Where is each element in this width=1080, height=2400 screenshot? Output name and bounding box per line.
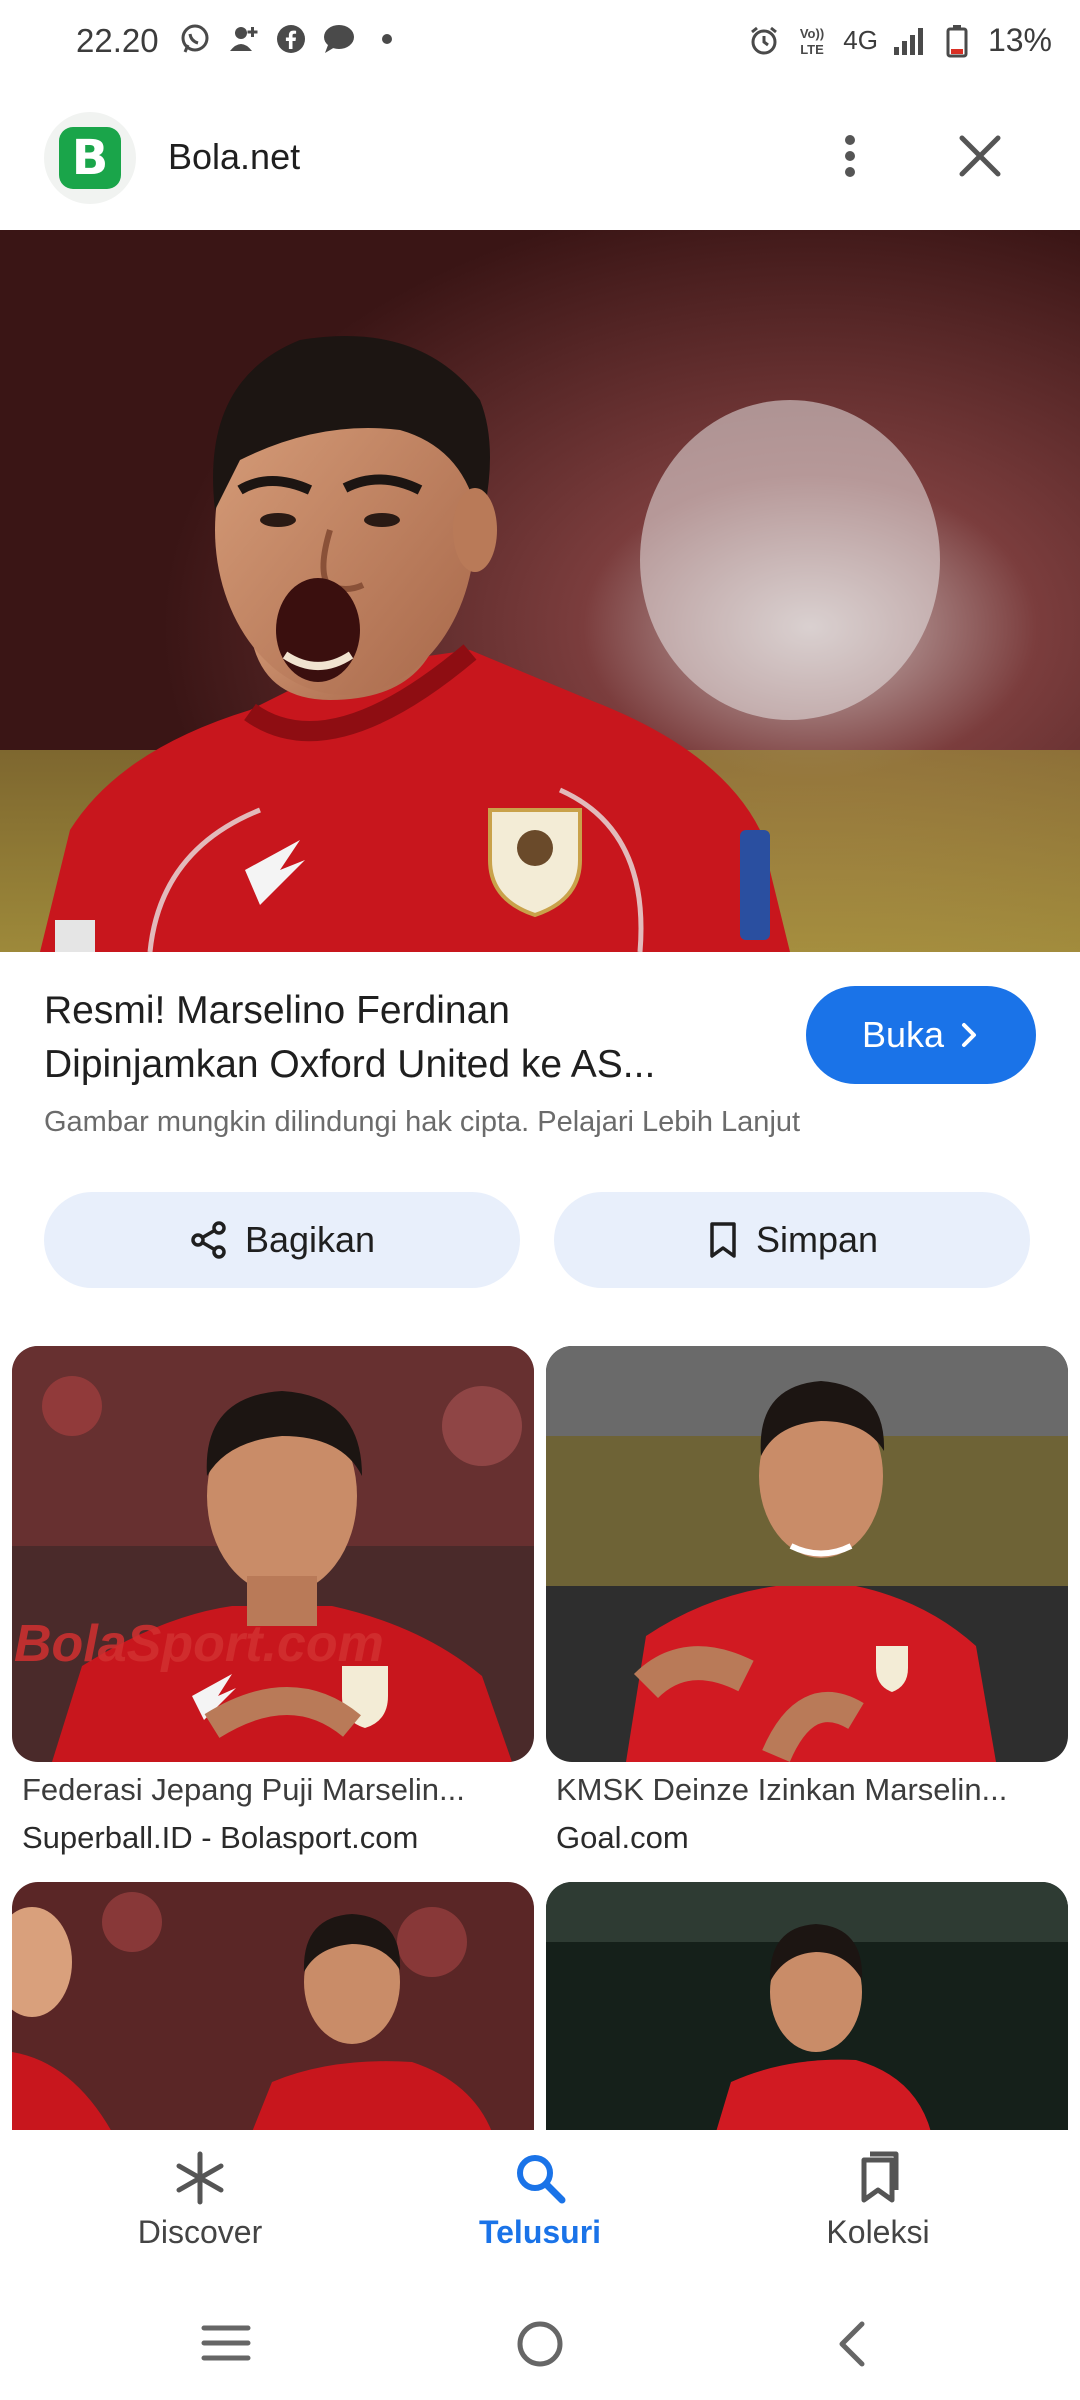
chevron-right-icon [962, 1023, 977, 1047]
collections-icon [861, 2151, 899, 2203]
result-title[interactable]: Resmi! Marselino Ferdinan Dipinjamkan Ox… [44, 984, 774, 1092]
share-icon [191, 1221, 226, 1259]
share-button[interactable]: Bagikan [44, 1192, 520, 1288]
site-logo-mark: B [59, 127, 121, 189]
stadium-photo-4 [546, 1882, 1068, 2132]
share-label: Bagikan [244, 1219, 376, 1260]
nav-search[interactable]: Telusuri [430, 2150, 650, 2251]
back-button[interactable] [826, 2316, 882, 2377]
home-circle-icon [517, 2321, 563, 2367]
close-button[interactable] [950, 126, 1010, 186]
notification-icons [178, 22, 404, 56]
related-title-2[interactable]: KMSK Deinze Izinkan Marselin... [556, 1772, 1066, 1808]
signal-icon [892, 24, 926, 58]
open-button[interactable]: Buka [806, 986, 1036, 1084]
close-icon [959, 135, 1001, 177]
svg-text:Vo)): Vo)) [800, 26, 824, 41]
related-image-4[interactable] [546, 1882, 1068, 2132]
bookmark-icon [710, 1222, 736, 1258]
save-button[interactable]: Simpan [554, 1192, 1030, 1288]
related-source-1[interactable]: Superball.ID - Bolasport.com [22, 1820, 418, 1856]
more-vert-icon [845, 135, 855, 177]
nav-search-label: Telusuri [478, 2214, 602, 2250]
system-status: Vo)) LTE 4G 13% [747, 22, 1052, 59]
copyright-note[interactable]: Gambar mungkin dilindungi hak cipta. Pel… [44, 1106, 800, 1139]
footballer-photo-2 [546, 1346, 1068, 1762]
related-image-3[interactable] [12, 1882, 534, 2132]
asterisk-icon [176, 2151, 224, 2205]
network-type: 4G [843, 25, 878, 55]
more-options-button[interactable] [820, 126, 880, 186]
nav-discover[interactable]: Discover [90, 2150, 310, 2251]
nav-discover-label: Discover [137, 2214, 263, 2250]
site-name[interactable]: Bola.net [168, 136, 300, 178]
nav-collections[interactable]: Koleksi [768, 2150, 988, 2251]
nav-collections-label: Koleksi [826, 2214, 930, 2250]
home-button[interactable] [512, 2316, 568, 2377]
site-logo[interactable]: B [44, 112, 136, 204]
volte-icon: Vo)) LTE [795, 24, 829, 58]
related-source-2[interactable]: Goal.com [556, 1820, 689, 1856]
facebook-icon [274, 22, 308, 56]
related-title-1[interactable]: Federasi Jepang Puji Marselin... [22, 1772, 532, 1808]
back-chevron-icon [839, 2321, 865, 2367]
search-icon [517, 2155, 566, 2204]
footballer-photo-1: BolaSport.com [12, 1346, 534, 1762]
menu-lines-icon [201, 2325, 251, 2361]
result-title-line1: Resmi! Marselino Ferdinan [44, 989, 511, 1032]
related-image-2[interactable] [546, 1346, 1068, 1762]
team-photo-3 [12, 1882, 534, 2132]
result-title-line2: Dipinjamkan Oxford United ke AS... [44, 1043, 656, 1086]
related-image-1[interactable]: BolaSport.com [12, 1346, 534, 1762]
person-add-icon [226, 22, 260, 56]
battery-icon [940, 24, 974, 58]
battery-percent: 13% [987, 22, 1052, 58]
footballer-photo [0, 230, 1080, 952]
message-icon [322, 22, 356, 56]
dot-icon [370, 22, 404, 56]
status-time: 22.20 [76, 22, 159, 59]
save-label: Simpan [755, 1219, 879, 1260]
svg-text:LTE: LTE [800, 42, 824, 57]
alarm-icon [747, 24, 781, 58]
whatsapp-icon [178, 22, 212, 56]
status-bar: 22.20 Vo)) LTE 4G 13% [0, 0, 1080, 90]
recent-apps-button[interactable] [198, 2318, 254, 2373]
preview-image[interactable] [0, 230, 1080, 952]
watermark-text: BolaSport.com [14, 1615, 384, 1673]
open-button-label: Buka [861, 1014, 945, 1055]
